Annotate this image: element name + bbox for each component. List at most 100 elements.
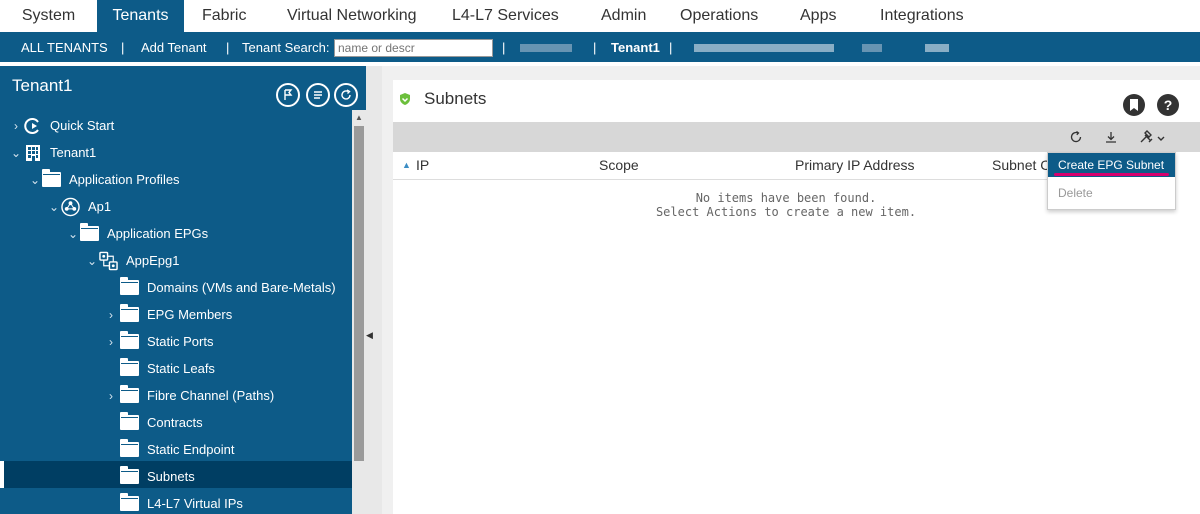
list-icon[interactable] [306, 83, 330, 107]
separator: | [226, 39, 230, 55]
tree-item-l4-l7-virtual-ips[interactable]: L4-L7 Virtual IPs [120, 490, 243, 514]
flag-icon[interactable] [276, 83, 300, 107]
chevron-down-icon[interactable]: ⌄ [9, 146, 23, 160]
tree-item-label: Subnets [147, 469, 195, 484]
sort-ascending-icon[interactable]: ▲ [402, 160, 411, 170]
empty-state-line: Select Actions to create a new item. [655, 205, 917, 219]
help-icon[interactable]: ? [1157, 94, 1179, 116]
tenant-search-input[interactable] [334, 39, 493, 57]
column-header-scope[interactable]: Scope [599, 157, 639, 173]
tree-item-label: Application Profiles [69, 172, 180, 187]
menu-tenants[interactable]: Tenants [97, 0, 184, 32]
top-menu: System Tenants Fabric Virtual Networking… [0, 0, 1200, 32]
tree-item-fibre-channel[interactable]: › Fibre Channel (Paths) [104, 382, 274, 409]
tree-item-quick-start[interactable]: › Quick Start [9, 112, 114, 139]
current-tenant-link[interactable]: Tenant1 [611, 32, 660, 62]
chevron-down-icon[interactable]: ⌄ [47, 200, 61, 214]
tree-item-static-leafs[interactable]: Static Leafs [120, 355, 215, 382]
all-tenants-link[interactable]: ALL TENANTS [21, 32, 108, 62]
column-header-subnet-control[interactable]: Subnet C [992, 157, 1050, 173]
chevron-right-icon[interactable]: › [9, 119, 23, 133]
menu-virtual-networking[interactable]: Virtual Networking [287, 0, 417, 32]
tree-item-ap1[interactable]: ⌄ Ap1 [47, 193, 111, 220]
empty-state-line: No items have been found. [695, 191, 877, 205]
navigation-pane: Tenant1 › Quick Start ⌄ Tenant1 ⌄ Applic… [0, 66, 368, 514]
tree-item-domains[interactable]: Domains (VMs and Bare-Metals) [120, 274, 336, 301]
folder-icon [120, 466, 139, 484]
sub-nav-bar: ALL TENANTS | Add Tenant | Tenant Search… [0, 32, 1200, 62]
tree-item-static-endpoint[interactable]: Static Endpoint [120, 436, 234, 463]
folder-icon [120, 412, 139, 430]
folder-icon [120, 439, 139, 457]
tree-item-label: Static Ports [147, 334, 214, 349]
quick-start-icon [23, 116, 42, 135]
tree-item-label: Tenant1 [50, 145, 97, 160]
tree-item-label: Application EPGs [107, 226, 209, 241]
bookmark-icon[interactable] [1123, 94, 1145, 116]
menu-system[interactable]: System [0, 0, 97, 32]
column-header-ip[interactable]: IP [416, 157, 429, 173]
refresh-icon[interactable] [1069, 128, 1083, 146]
column-header-primary-ip[interactable]: Primary IP Address [795, 157, 915, 173]
redacted-text [925, 44, 949, 52]
tree-item-application-epgs[interactable]: ⌄ Application EPGs [66, 220, 208, 247]
collapse-arrow-icon[interactable]: ◀ [366, 330, 373, 344]
chevron-right-icon[interactable]: › [104, 308, 118, 322]
refresh-icon[interactable] [334, 83, 358, 107]
folder-icon [120, 277, 139, 295]
app-profile-icon [61, 197, 80, 216]
chevron-down-icon[interactable]: ⌄ [85, 254, 99, 268]
tools-dropdown-icon[interactable] [1139, 128, 1167, 146]
tree-item-label: Quick Start [50, 118, 115, 133]
menu-fabric[interactable]: Fabric [202, 0, 246, 32]
scroll-up-arrow-icon[interactable]: ▲ [352, 110, 366, 124]
pane-splitter[interactable] [366, 66, 382, 514]
separator: | [502, 39, 506, 55]
tree-item-label: Static Leafs [147, 361, 215, 376]
tree-item-label: Contracts [147, 415, 203, 430]
tree-item-label: Ap1 [88, 199, 112, 214]
shield-icon [396, 90, 414, 108]
header-cover [1176, 152, 1200, 180]
tree-item-label: L4-L7 Virtual IPs [147, 496, 243, 511]
menu-integrations[interactable]: Integrations [880, 0, 964, 32]
tree-scrollbar-thumb[interactable] [354, 126, 364, 461]
tree-item-label: Domains (VMs and Bare-Metals) [147, 280, 336, 295]
menu-operations[interactable]: Operations [680, 0, 758, 32]
empty-state-message: No items have been found. Select Actions… [600, 191, 972, 219]
tree-item-subnets[interactable]: Subnets [120, 463, 195, 490]
folder-icon [42, 169, 61, 187]
tree-item-epg-members[interactable]: › EPG Members [104, 301, 232, 328]
folder-icon [120, 385, 139, 403]
page-title: Subnets [424, 89, 487, 108]
tree-item-application-profiles[interactable]: ⌄ Application Profiles [28, 166, 180, 193]
menu-admin[interactable]: Admin [601, 0, 646, 32]
tree-item-label: Fibre Channel (Paths) [147, 388, 275, 403]
add-tenant-link[interactable]: Add Tenant [141, 32, 207, 62]
tree-item-label: Static Endpoint [147, 442, 235, 457]
epg-icon [99, 251, 118, 270]
menu-apps[interactable]: Apps [800, 0, 836, 32]
redacted-text [862, 44, 882, 52]
chevron-right-icon[interactable]: › [104, 389, 118, 403]
tree-item-tenant[interactable]: ⌄ Tenant1 [9, 139, 96, 166]
tenant-search-label: Tenant Search: [242, 39, 330, 55]
tenant-icon [23, 143, 42, 162]
tree-item-contracts[interactable]: Contracts [120, 409, 203, 436]
chevron-down-icon[interactable]: ⌄ [66, 227, 80, 241]
tree-item-static-ports[interactable]: › Static Ports [104, 328, 213, 355]
delete-menu-item[interactable]: Delete [1048, 181, 1175, 205]
redacted-text [694, 44, 834, 52]
chevron-right-icon[interactable]: › [104, 335, 118, 349]
selected-row-marker [0, 461, 4, 488]
folder-icon [120, 493, 139, 511]
menu-l4-l7-services[interactable]: L4-L7 Services [452, 0, 559, 32]
tree-item-appepg1[interactable]: ⌄ AppEpg1 [85, 247, 180, 274]
pane-title: Tenant1 [12, 76, 73, 95]
folder-icon [120, 331, 139, 349]
download-icon[interactable] [1104, 128, 1118, 146]
folder-icon [120, 358, 139, 376]
folder-icon [80, 223, 99, 241]
redacted-text [520, 44, 572, 52]
chevron-down-icon[interactable]: ⌄ [28, 173, 42, 187]
